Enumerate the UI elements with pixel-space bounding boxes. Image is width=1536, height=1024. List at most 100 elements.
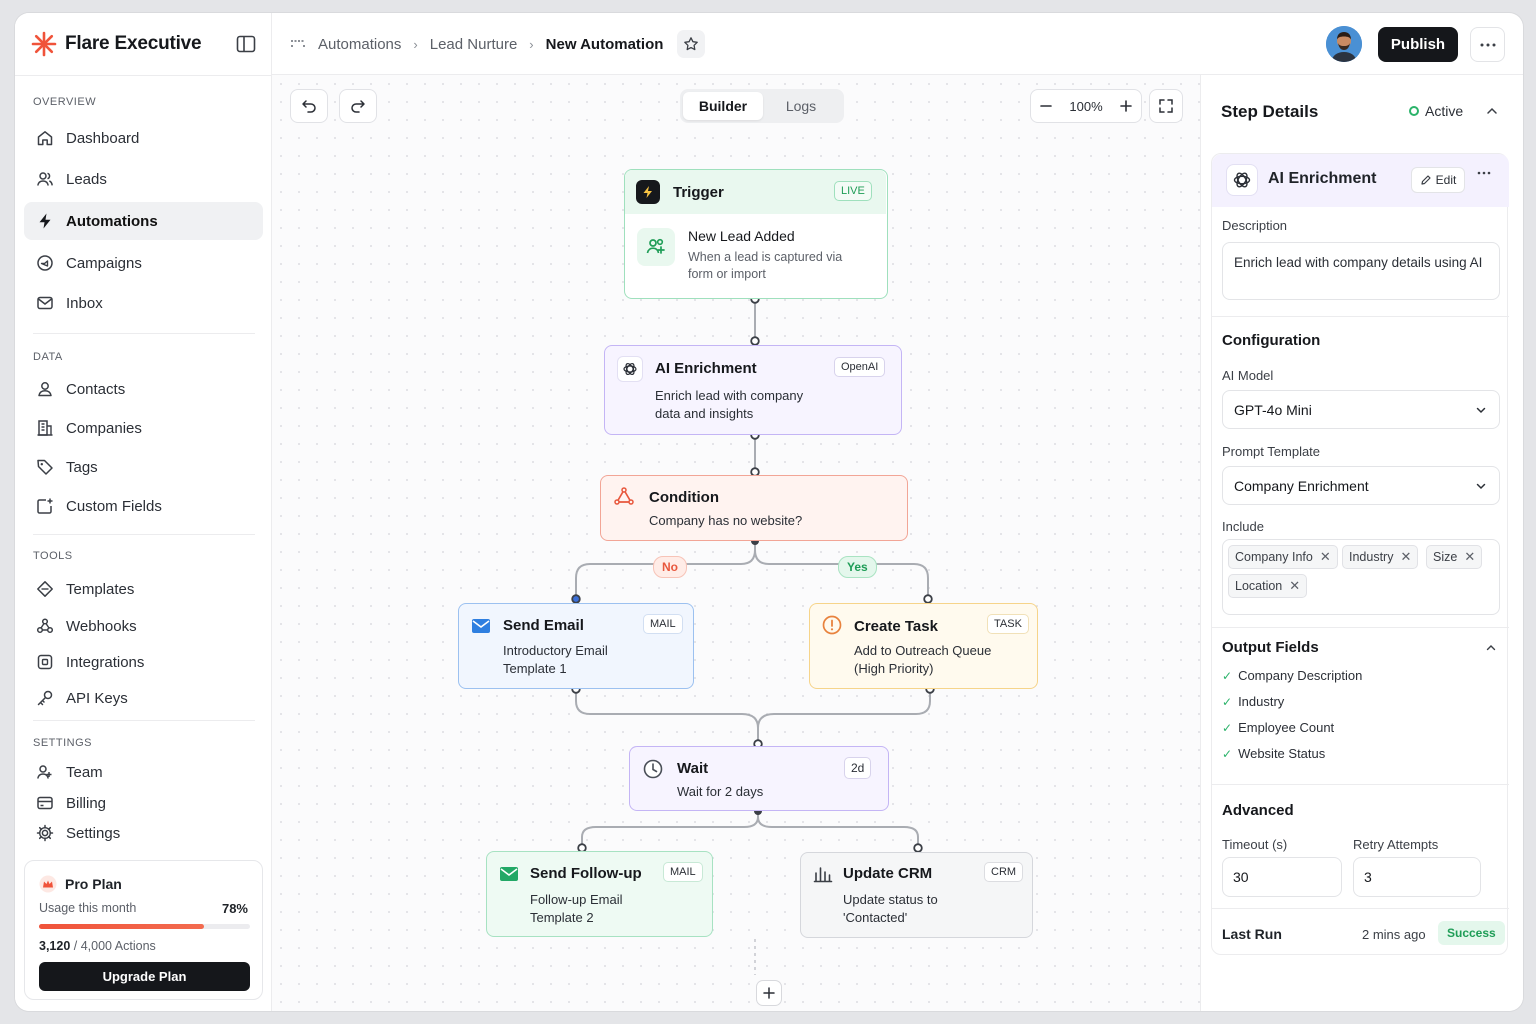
ai-model-select[interactable]: GPT-4o Mini <box>1222 390 1500 429</box>
sidebar-item-api-keys[interactable]: API Keys <box>24 679 263 717</box>
section-label-tools: TOOLS <box>33 550 73 562</box>
node-description: Add to Outreach Queue (High Priority) <box>854 643 992 676</box>
node-send-email[interactable]: Send Email MAIL Introductory Email Templ… <box>458 603 694 689</box>
sidebar-item-integrations[interactable]: Integrations <box>24 643 263 681</box>
clock-icon <box>641 757 665 781</box>
node-create-task[interactable]: Create Task TASK Add to Outreach Queue (… <box>809 603 1038 689</box>
node-description: Follow-up Email Template 2 <box>530 892 623 925</box>
live-badge: LIVE <box>834 181 872 201</box>
close-icon[interactable]: ✕ <box>1400 549 1411 565</box>
sidebar-item-companies[interactable]: Companies <box>24 409 263 447</box>
edit-button[interactable]: Edit <box>1411 167 1465 193</box>
description-textarea[interactable]: Enrich lead with company details using A… <box>1222 242 1500 300</box>
plan-card: Pro Plan Usage this month 78% 3,120 / 4,… <box>24 860 263 1000</box>
sidebar-item-tags[interactable]: Tags <box>24 448 263 486</box>
node-description: Enrich lead with company data and insigh… <box>655 388 804 421</box>
output-field: ✓ Industry <box>1222 694 1285 709</box>
panel-title: Step Details <box>1221 102 1319 121</box>
node-ai-enrichment[interactable]: AI Enrichment OpenAI Enrich lead with co… <box>604 345 902 435</box>
edge-label-no: No <box>653 556 687 578</box>
chip-industry[interactable]: Industry ✕ <box>1342 545 1419 569</box>
description-label: Description <box>1222 218 1288 233</box>
node-wait[interactable]: Wait 2d Wait for 2 days <box>629 746 889 811</box>
sidebar-item-contacts[interactable]: Contacts <box>24 370 263 408</box>
upgrade-plan-button[interactable]: Upgrade Plan <box>39 962 250 991</box>
step-header: AI Enrichment Edit <box>1212 154 1509 207</box>
sidebar-item-campaigns[interactable]: Campaigns <box>24 244 263 282</box>
openai-badge: OpenAI <box>834 357 886 377</box>
close-icon[interactable]: ✕ <box>1464 549 1475 565</box>
close-icon[interactable]: ✕ <box>1320 549 1331 565</box>
check-icon: ✓ <box>1222 694 1233 709</box>
prompt-template-select[interactable]: Company Enrichment <box>1222 466 1500 505</box>
avatar[interactable] <box>1326 26 1362 62</box>
openai-icon <box>1226 164 1258 196</box>
node-trigger[interactable]: Trigger LIVE New Lead Added When a lead … <box>624 169 888 299</box>
sidebar-item-settings[interactable]: Settings <box>24 814 263 852</box>
node-title: AI Enrichment <box>655 360 757 377</box>
megaphone-icon <box>36 254 54 272</box>
close-icon[interactable]: ✕ <box>1289 578 1300 594</box>
sidebar-item-dashboard[interactable]: Dashboard <box>24 119 263 157</box>
workflow-canvas[interactable]: Builder Logs 100% Trigger LIVE New Lead … <box>272 75 1200 1011</box>
last-run-time: 2 mins ago <box>1362 927 1426 942</box>
node-update-crm[interactable]: Update CRM CRM Update status to 'Contact… <box>800 852 1033 938</box>
sidebar-item-leads[interactable]: Leads <box>24 160 263 198</box>
sidebar-item-automations[interactable]: Automations <box>24 202 263 240</box>
integrations-icon <box>36 653 54 671</box>
timeout-input[interactable]: 30 <box>1222 857 1342 897</box>
node-condition[interactable]: Condition Company has no website? <box>600 475 908 541</box>
sidebar-item-custom-fields[interactable]: Custom Fields <box>24 487 263 525</box>
retry-attempts-label: Retry Attempts <box>1353 837 1439 852</box>
check-icon: ✓ <box>1222 668 1233 683</box>
node-send-follow-up[interactable]: Send Follow-up MAIL Follow-up Email Temp… <box>486 851 713 937</box>
sidebar-item-inbox[interactable]: Inbox <box>24 284 263 322</box>
crown-icon <box>39 875 57 893</box>
sidebar-toggle-icon[interactable] <box>235 33 257 55</box>
include-label: Include <box>1222 519 1264 534</box>
node-description: Update status to 'Contacted' <box>843 892 938 925</box>
add-step-button[interactable] <box>756 980 782 1006</box>
webhook-icon <box>36 617 54 635</box>
billing-icon <box>36 794 54 812</box>
node-description: When a lead is captured via form or impo… <box>688 250 843 281</box>
sidebar: Flare Executive OVERVIEW Dashboard Leads… <box>15 13 272 1011</box>
brand[interactable]: Flare Executive <box>31 31 202 57</box>
section-label-data: DATA <box>33 351 63 363</box>
publish-button[interactable]: Publish <box>1378 27 1458 62</box>
breadcrumb-automations[interactable]: Automations <box>318 36 401 53</box>
favorite-star-icon[interactable] <box>677 30 706 58</box>
retry-attempts-input[interactable]: 3 <box>1353 857 1481 897</box>
contact-icon <box>36 380 54 398</box>
bar-chart-icon <box>812 863 834 885</box>
advanced-heading: Advanced <box>1222 802 1294 819</box>
node-title: Send Email <box>503 617 584 634</box>
sidebar-item-templates[interactable]: Templates <box>24 570 263 608</box>
edge-label-yes: Yes <box>838 556 877 578</box>
include-chips[interactable]: Company Info ✕ Industry ✕ Size ✕ Location ✕ <box>1222 539 1500 615</box>
breadcrumb-current: New Automation <box>545 35 664 53</box>
openai-icon <box>617 356 643 382</box>
chip-size[interactable]: Size ✕ <box>1426 545 1483 569</box>
more-options-icon[interactable] <box>1470 27 1505 62</box>
mail-badge: MAIL <box>643 614 683 634</box>
chevron-up-icon[interactable] <box>1485 104 1499 118</box>
usage-count: 3,120 / 4,000 Actions <box>39 939 156 953</box>
step-card: AI Enrichment Edit Description Enrich le… <box>1211 153 1509 955</box>
mail-badge: MAIL <box>663 862 703 882</box>
section-divider <box>1212 908 1509 909</box>
step-details-panel: Step Details Active AI Enrichment Edit D… <box>1200 75 1523 1011</box>
status-badge: Active <box>1409 103 1463 119</box>
chevron-up-icon[interactable] <box>1485 642 1497 654</box>
check-icon: ✓ <box>1222 720 1233 735</box>
ai-model-label: AI Model <box>1222 368 1274 383</box>
more-options-icon[interactable] <box>1477 171 1491 175</box>
node-title: Condition <box>649 489 719 506</box>
output-field: ✓ Website Status <box>1222 746 1326 761</box>
sidebar-header-divider <box>15 75 272 76</box>
tag-icon <box>36 458 54 476</box>
chip-company-info[interactable]: Company Info ✕ <box>1228 545 1338 569</box>
sidebar-item-webhooks[interactable]: Webhooks <box>24 607 263 645</box>
breadcrumb-lead-nurture[interactable]: Lead Nurture <box>430 36 518 53</box>
chip-location[interactable]: Location ✕ <box>1228 574 1308 598</box>
